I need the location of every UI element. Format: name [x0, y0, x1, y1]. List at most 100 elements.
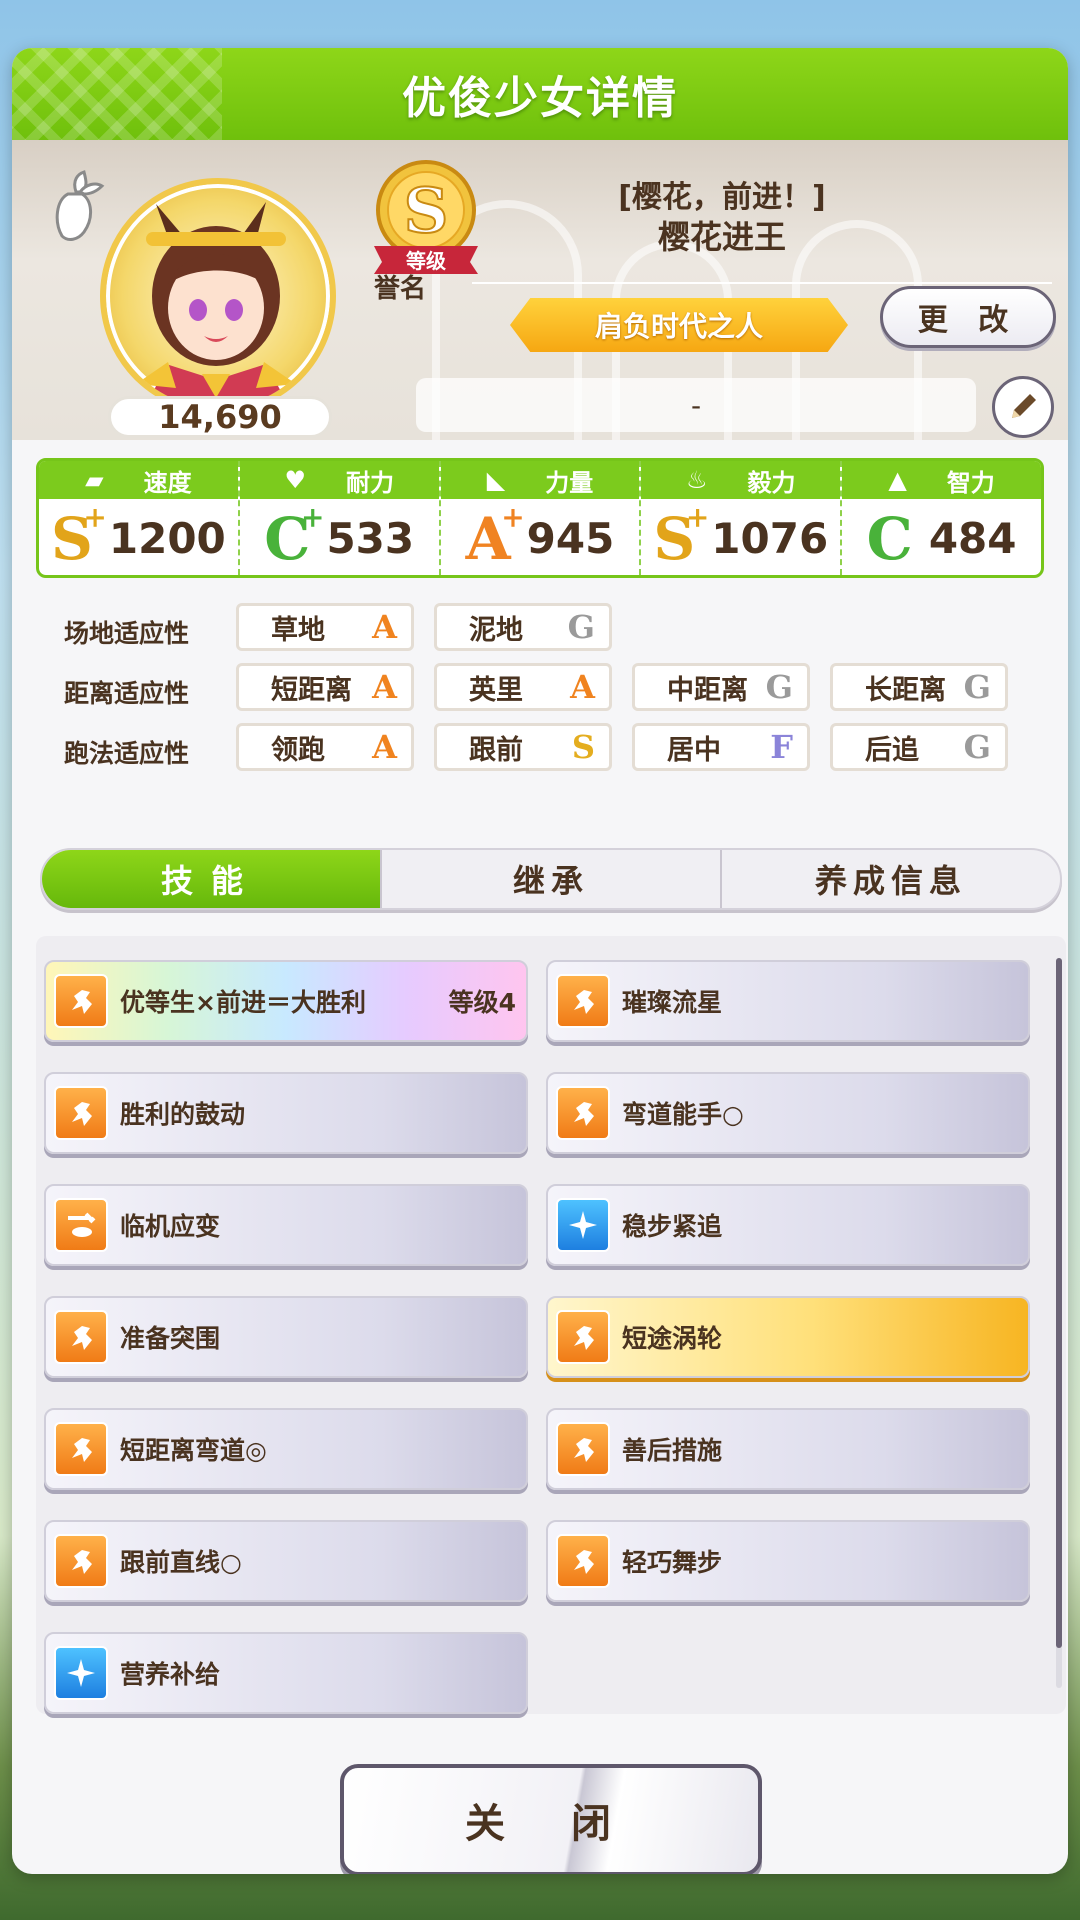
- profile-section: 14,690 S 等级 誉名 [樱花，前进！] 樱花进王 肩负时代之人 更 改 …: [12, 140, 1068, 440]
- shoe-icon: ▰: [85, 466, 104, 494]
- aptitude-medium: 中距离 G: [632, 663, 810, 711]
- runner-icon: [54, 974, 108, 1028]
- skill-card[interactable]: 临机应变: [44, 1184, 528, 1266]
- skill-name: 璀璨流星: [622, 988, 723, 1017]
- carrot-icon[interactable]: [48, 170, 106, 242]
- stat-stamina: ♥ 耐力 C +533: [239, 461, 441, 575]
- stat-label: 速度: [143, 468, 192, 497]
- swap-icon: [54, 1198, 108, 1252]
- skills-scrollbar[interactable]: [1056, 958, 1062, 1688]
- close-button[interactable]: 关 闭: [340, 1764, 762, 1874]
- stat-label: 毅力: [747, 468, 796, 497]
- skill-name: 稳步紧追: [622, 1212, 723, 1241]
- stat-speed: ▰ 速度 S +1200: [39, 461, 240, 575]
- skill-card[interactable]: 优等生×前进＝大胜利 等级4: [44, 960, 528, 1042]
- aptitude-front-runner: 领跑 A: [236, 723, 414, 771]
- detail-panel: 优俊少女详情 14,690 S 等级 誉名 [樱花，前进！] 樱花进王 肩负时代…: [12, 48, 1068, 1874]
- rank-label: 誉名: [374, 274, 427, 304]
- aptitude-dirt: 泥地 G: [434, 603, 612, 651]
- edit-button[interactable]: [992, 376, 1054, 438]
- skill-card[interactable]: 善后措施: [546, 1408, 1030, 1490]
- stat-value: 1076: [711, 514, 829, 563]
- rank-letter: S: [404, 174, 449, 247]
- skill-name: 善后措施: [622, 1436, 723, 1465]
- skill-name: 胜利的鼓动: [120, 1100, 246, 1129]
- header-bar: 优俊少女详情: [12, 48, 1068, 140]
- aptitude-pace-chaser: 跟前 S: [434, 723, 612, 771]
- skill-name: 短距离弯道◎: [120, 1436, 267, 1465]
- stat-grade: C +: [264, 500, 325, 573]
- skill-name: 弯道能手○: [622, 1100, 744, 1129]
- skill-name: 营养补给: [120, 1660, 221, 1689]
- stat-wisdom: ▲ 智力 C 484: [842, 461, 1041, 575]
- runner-icon: [556, 1086, 610, 1140]
- runner-icon: [54, 1422, 108, 1476]
- sparkle-icon: [556, 1198, 610, 1252]
- aptitude-end-closer: 后追 G: [830, 723, 1008, 771]
- skill-card[interactable]: 胜利的鼓动: [44, 1072, 528, 1154]
- tab-inheritance[interactable]: 继承: [382, 850, 722, 908]
- skill-card[interactable]: 轻巧舞步: [546, 1520, 1030, 1602]
- tab-bar: 技能 继承 养成信息: [40, 848, 1062, 910]
- aptitude-long: 长距离 G: [830, 663, 1008, 711]
- runner-icon: [556, 1422, 610, 1476]
- stat-guts: ♨ 毅力 S +1076: [641, 461, 843, 575]
- title-subtitle: [樱花，前进！]: [618, 180, 826, 215]
- distance-aptitude-label: 距离适应性: [64, 679, 190, 708]
- divider: [472, 282, 1052, 284]
- tab-skills[interactable]: 技能: [42, 850, 382, 908]
- stats-table: ▰ 速度 S +1200 ♥ 耐力 C +533 ◣ 力量 A +945 ♨ 毅力 S +107…: [36, 458, 1044, 578]
- stat-power: ◣ 力量 A +945: [440, 461, 642, 575]
- character-avatar: [136, 202, 296, 408]
- character-name: 樱花进王: [657, 218, 786, 256]
- comment-field[interactable]: -: [416, 378, 976, 432]
- heart-icon: ♥: [284, 466, 306, 494]
- flame-icon: ♨: [686, 466, 708, 494]
- stat-value: 945: [526, 514, 615, 563]
- stat-grade: S +: [51, 500, 107, 573]
- skill-card[interactable]: 跟前直线○: [44, 1520, 528, 1602]
- skill-name: 轻巧舞步: [622, 1548, 723, 1577]
- stat-value: 484: [928, 514, 1017, 563]
- runner-icon: [556, 1534, 610, 1588]
- character-portrait[interactable]: [100, 178, 336, 414]
- runner-icon: [54, 1086, 108, 1140]
- stat-grade: A +: [465, 500, 525, 573]
- skill-card[interactable]: 稳步紧追: [546, 1184, 1030, 1266]
- runner-icon: [54, 1534, 108, 1588]
- page-title: 优俊少女详情: [402, 73, 678, 124]
- tab-training-info[interactable]: 养成信息: [722, 850, 1060, 908]
- style-aptitude-label: 跑法适应性: [64, 739, 190, 768]
- skill-card[interactable]: 璀璨流星: [546, 960, 1030, 1042]
- scrollbar-thumb[interactable]: [1056, 958, 1062, 1648]
- skill-card[interactable]: 准备突围: [44, 1296, 528, 1378]
- stat-value: 533: [326, 514, 415, 563]
- graduation-cap-icon: ▲: [888, 466, 907, 494]
- skill-card[interactable]: 短途涡轮: [546, 1296, 1030, 1378]
- stat-label: 智力: [946, 468, 995, 497]
- skill-card[interactable]: 弯道能手○: [546, 1072, 1030, 1154]
- runner-icon: [556, 1310, 610, 1364]
- stat-label: 耐力: [345, 468, 394, 497]
- change-button[interactable]: 更 改: [880, 286, 1056, 348]
- aptitude-sprint: 短距离 A: [236, 663, 414, 711]
- track-aptitude-label: 场地适应性: [64, 619, 190, 648]
- skill-level: 等级4: [448, 988, 516, 1017]
- runner-icon: [556, 974, 610, 1028]
- stat-value: 1200: [108, 514, 226, 563]
- aptitude-turf: 草地 A: [236, 603, 414, 651]
- stat-grade: S +: [653, 500, 710, 573]
- skill-name: 临机应变: [120, 1212, 221, 1241]
- aptitude-mile: 英里 A: [434, 663, 612, 711]
- fan-count: 14,690: [108, 396, 332, 438]
- skill-name: 短途涡轮: [622, 1324, 723, 1353]
- aptitude-late-surger: 居中 F: [632, 723, 810, 771]
- epithet-banner: 肩负时代之人: [510, 298, 848, 352]
- stat-grade: C: [866, 504, 913, 573]
- skill-name: 优等生×前进＝大胜利: [120, 988, 366, 1017]
- skill-card[interactable]: 营养补给: [44, 1632, 528, 1714]
- runner-icon: [54, 1310, 108, 1364]
- stat-label: 力量: [545, 468, 594, 497]
- skill-card[interactable]: 短距离弯道◎: [44, 1408, 528, 1490]
- sparkle-icon: [54, 1646, 108, 1700]
